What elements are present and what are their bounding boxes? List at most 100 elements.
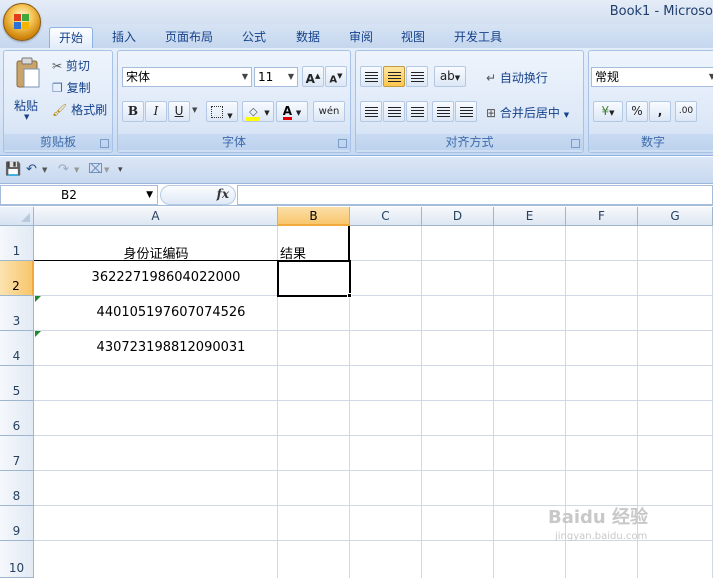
- font-group: 宋体 ▼ 11 ▼ A▲ A▼ B I U ▼ ▼ ◇ ▼ A ▼ wén 字体: [117, 50, 351, 153]
- currency-button[interactable]: ¥▼: [593, 101, 623, 122]
- cut-button[interactable]: ✂ 剪切: [52, 57, 90, 74]
- currency-icon: ¥: [601, 104, 610, 118]
- tab-formulas[interactable]: 公式: [234, 27, 274, 48]
- tab-developer[interactable]: 开发工具: [446, 27, 510, 48]
- row-header-9[interactable]: 9: [0, 506, 34, 541]
- chevron-down-icon: ▼: [241, 72, 248, 81]
- active-cell-b2[interactable]: [277, 260, 351, 297]
- font-group-label: 字体: [118, 134, 350, 150]
- column-header-a[interactable]: A: [34, 207, 278, 226]
- select-all-button[interactable]: [0, 207, 34, 226]
- gridline: [34, 330, 713, 331]
- column-header-d[interactable]: D: [422, 207, 494, 226]
- align-middle-icon: [387, 72, 401, 82]
- paste-button[interactable]: 粘贴 ▼: [10, 57, 46, 121]
- copy-button[interactable]: ❐ 复制: [52, 79, 91, 96]
- chevron-down-icon[interactable]: ▼: [42, 166, 47, 174]
- align-bottom-button[interactable]: [406, 66, 428, 87]
- redo-icon: ↷: [58, 162, 69, 177]
- gridline: [34, 365, 713, 366]
- merge-cells-icon: ⊞: [486, 106, 497, 120]
- phonetic-button[interactable]: wén: [313, 101, 345, 122]
- chevron-down-icon: ▼: [264, 109, 270, 117]
- italic-button[interactable]: I: [145, 101, 167, 122]
- row-header-8[interactable]: 8: [0, 471, 34, 506]
- row-header-7[interactable]: 7: [0, 436, 34, 471]
- cell-a4[interactable]: 430723198812090031: [34, 340, 308, 355]
- cell-a3[interactable]: 440105197607074526: [34, 305, 308, 320]
- column-header-f[interactable]: F: [566, 207, 638, 226]
- tab-insert[interactable]: 插入: [104, 27, 144, 48]
- row-header-6[interactable]: 6: [0, 401, 34, 436]
- increase-indent-button[interactable]: [455, 101, 477, 122]
- increase-decimal-button[interactable]: .00: [675, 101, 697, 122]
- gridline: [34, 400, 713, 401]
- orientation-icon: ab: [439, 69, 455, 83]
- office-button[interactable]: [3, 3, 41, 41]
- row-header-2[interactable]: 2: [0, 261, 34, 296]
- font-color-button[interactable]: A ▼: [276, 101, 308, 122]
- align-middle-button[interactable]: [383, 66, 405, 87]
- column-header-g[interactable]: G: [638, 207, 713, 226]
- chevron-down-icon[interactable]: ▼: [192, 106, 197, 114]
- row-header-5[interactable]: 5: [0, 366, 34, 401]
- bold-button[interactable]: B: [122, 101, 144, 122]
- align-top-button[interactable]: [360, 66, 382, 87]
- row-number: 5: [12, 384, 21, 398]
- title-bar: Book1 - Microso: [0, 0, 713, 24]
- undo-icon[interactable]: ↶: [26, 162, 37, 177]
- baidu-watermark-url: jingyan.baidu.com: [555, 531, 648, 542]
- gridline: [421, 226, 422, 578]
- merge-center-button[interactable]: ⊞ 合并后居中 ▼: [486, 104, 569, 121]
- tab-view[interactable]: 视图: [393, 27, 433, 48]
- align-right-button[interactable]: [406, 101, 428, 122]
- row-header-3[interactable]: 3: [0, 296, 34, 331]
- column-header-e[interactable]: E: [494, 207, 566, 226]
- cell-a1[interactable]: 身份证编码: [34, 243, 278, 262]
- row-header-1[interactable]: 1: [0, 226, 34, 261]
- borders-button[interactable]: ▼: [206, 101, 238, 122]
- column-header-b[interactable]: B: [278, 207, 350, 226]
- tab-home[interactable]: 开始: [49, 27, 93, 48]
- formula-input[interactable]: [237, 185, 713, 205]
- decrease-indent-button[interactable]: [432, 101, 454, 122]
- font-launcher-icon[interactable]: [338, 139, 347, 148]
- clipboard-launcher-icon[interactable]: [100, 139, 109, 148]
- tab-page-layout[interactable]: 页面布局: [160, 27, 218, 48]
- row-header-10[interactable]: 10: [0, 541, 34, 578]
- shrink-font-button[interactable]: A▼: [325, 66, 347, 87]
- number-group-label: 数字: [589, 134, 713, 150]
- cell-a2[interactable]: 362227198604022000: [34, 270, 298, 285]
- borders-icon: [211, 106, 224, 118]
- alignment-launcher-icon[interactable]: [571, 139, 580, 148]
- column-header-c[interactable]: C: [350, 207, 422, 226]
- font-name-value: 宋体: [126, 70, 151, 84]
- fill-color-button[interactable]: ◇ ▼: [242, 101, 274, 122]
- chevron-down-icon: ▼: [146, 190, 153, 200]
- format-painter-button[interactable]: 🖌 格式刷: [52, 101, 107, 118]
- clipboard-group-label: 剪贴板: [4, 134, 112, 150]
- name-box[interactable]: B2 ▼: [0, 185, 158, 205]
- underline-button[interactable]: U: [168, 101, 190, 122]
- grow-font-button[interactable]: A▲: [302, 66, 324, 87]
- align-left-button[interactable]: [360, 101, 382, 122]
- error-indicator-icon: [35, 331, 41, 337]
- row-header-4[interactable]: 4: [0, 331, 34, 366]
- font-name-combo[interactable]: 宋体 ▼: [122, 67, 252, 87]
- fill-handle[interactable]: [347, 293, 352, 298]
- align-center-button[interactable]: [383, 101, 405, 122]
- orientation-button[interactable]: ab▼: [434, 66, 466, 87]
- wrap-text-icon: ↵: [486, 71, 497, 85]
- tab-review[interactable]: 审阅: [341, 27, 381, 48]
- wrap-text-button[interactable]: ↵ 自动换行: [486, 69, 548, 86]
- number-format-combo[interactable]: 常规 ▼: [591, 67, 713, 87]
- comma-button[interactable]: ,: [649, 101, 671, 122]
- insert-function-button[interactable]: fx: [160, 185, 236, 205]
- cell-b1-border: [348, 226, 350, 261]
- tab-data[interactable]: 数据: [288, 27, 328, 48]
- save-icon[interactable]: 💾: [5, 162, 21, 177]
- font-size-combo[interactable]: 11 ▼: [254, 67, 298, 87]
- percent-button[interactable]: %: [626, 101, 648, 122]
- chart-icon[interactable]: ⌧: [88, 162, 103, 177]
- customize-toolbar-icon[interactable]: ▾: [118, 165, 123, 175]
